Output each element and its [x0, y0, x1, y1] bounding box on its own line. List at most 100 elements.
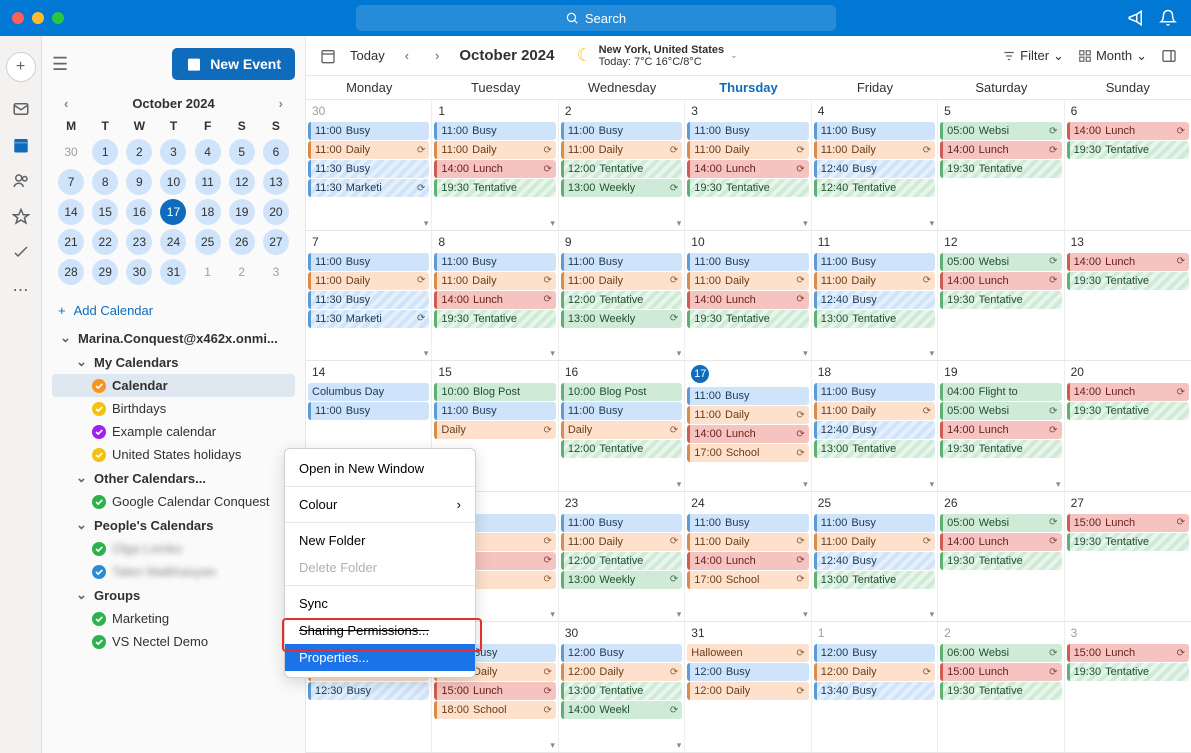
- day-cell[interactable]: 1011:00Busy11:00Daily⟳14:00Lunch⟳19:30Te…: [685, 231, 811, 361]
- close-window-button[interactable]: [12, 12, 24, 24]
- event[interactable]: 12:40Tentative: [814, 179, 935, 197]
- calendar-item[interactable]: Google Calendar Conquest: [52, 490, 295, 513]
- event[interactable]: 19:30Tentative: [1067, 402, 1189, 420]
- event[interactable]: 11:00Busy: [814, 514, 935, 532]
- event[interactable]: 19:30Tentative: [1067, 272, 1189, 290]
- event[interactable]: 11:00Daily⟳: [308, 272, 429, 290]
- more-events-icon[interactable]: ▾: [930, 609, 935, 620]
- event[interactable]: 19:30Tentative: [1067, 533, 1189, 551]
- calendar-item[interactable]: Calendar: [52, 374, 295, 397]
- event[interactable]: 11:00Busy: [308, 253, 429, 271]
- event[interactable]: 15:00Lunch⟳: [1067, 644, 1189, 662]
- event[interactable]: 13:00Weekly⟳: [561, 179, 682, 197]
- tasks-icon[interactable]: [12, 244, 30, 262]
- panel-icon[interactable]: [1161, 48, 1177, 64]
- event[interactable]: 11:00Daily⟳: [814, 533, 935, 551]
- event[interactable]: 13:00Tentative: [561, 682, 682, 700]
- mini-day[interactable]: 7: [58, 169, 84, 195]
- day-cell[interactable]: 3012:00Busy12:00Daily⟳13:00Tentative14:0…: [559, 622, 685, 752]
- event[interactable]: 14:00Weekl⟳: [561, 701, 682, 719]
- mini-day[interactable]: 3: [263, 259, 289, 285]
- event[interactable]: 11:00Daily⟳: [434, 141, 555, 159]
- event[interactable]: 13:00Weekly⟳: [561, 310, 682, 328]
- event[interactable]: 19:30Tentative: [434, 179, 555, 197]
- event[interactable]: 13:40Busy: [814, 682, 935, 700]
- event[interactable]: 14:00Lunch⟳: [687, 552, 808, 570]
- mini-day[interactable]: 2: [229, 259, 255, 285]
- event[interactable]: 12:00Daily⟳: [814, 663, 935, 681]
- event[interactable]: 11:30Marketi⟳: [308, 179, 429, 197]
- event[interactable]: 12:00Busy: [687, 663, 808, 681]
- filter-button[interactable]: Filter ⌄: [1002, 48, 1064, 64]
- event[interactable]: 19:30Tentative: [434, 310, 555, 328]
- event[interactable]: 14:00Lunch⟳: [434, 291, 555, 309]
- event[interactable]: 11:00Busy: [434, 122, 555, 140]
- mini-day[interactable]: 27: [263, 229, 289, 255]
- event[interactable]: 11:00Busy: [687, 514, 808, 532]
- star-icon[interactable]: [12, 208, 30, 226]
- event[interactable]: 15:00Lunch⟳: [434, 682, 555, 700]
- calendar-item[interactable]: United States holidays: [52, 443, 295, 466]
- maximize-window-button[interactable]: [52, 12, 64, 24]
- today-button[interactable]: Today: [350, 48, 385, 63]
- event[interactable]: 11:00Daily⟳: [814, 141, 935, 159]
- mini-day[interactable]: 15: [92, 199, 118, 225]
- day-cell[interactable]: 211:00Busy11:00Daily⟳12:00Tentative13:00…: [559, 100, 685, 230]
- mini-day[interactable]: 10: [160, 169, 186, 195]
- event[interactable]: 15:00Lunch⟳: [1067, 514, 1189, 532]
- calendar-item[interactable]: Olga Lomko: [52, 537, 295, 560]
- event[interactable]: 06:00Websi⟳: [940, 644, 1061, 662]
- menu-colour[interactable]: Colour ›: [285, 491, 475, 518]
- more-events-icon[interactable]: ▾: [550, 218, 555, 229]
- more-events-icon[interactable]: ▾: [677, 348, 682, 359]
- event[interactable]: 05:00Websi⟳: [940, 253, 1061, 271]
- mini-day[interactable]: 5: [229, 139, 255, 165]
- day-cell[interactable]: 31Halloween⟳12:00Busy12:00Daily⟳: [685, 622, 811, 752]
- other-calendars-item[interactable]: ⌄Other Calendars...: [52, 466, 295, 490]
- day-cell[interactable]: 1811:00Busy11:00Daily⟳12:40Busy13:00Tent…: [812, 361, 938, 491]
- event[interactable]: Halloween⟳: [687, 644, 808, 662]
- event[interactable]: 19:30Tentative: [940, 291, 1061, 309]
- peoples-calendars-item[interactable]: ⌄People's Calendars: [52, 513, 295, 537]
- calendar-item[interactable]: Talen Malkhasyan: [52, 560, 295, 583]
- mini-day[interactable]: 1: [195, 259, 221, 285]
- compose-button[interactable]: +: [6, 52, 36, 82]
- day-cell[interactable]: 911:00Busy11:00Daily⟳12:00Tentative13:00…: [559, 231, 685, 361]
- event[interactable]: 12:40Busy: [814, 552, 935, 570]
- people-icon[interactable]: [12, 172, 30, 190]
- more-events-icon[interactable]: ▾: [1056, 479, 1061, 490]
- mini-next-button[interactable]: ›: [279, 96, 283, 111]
- mini-day[interactable]: 11: [195, 169, 221, 195]
- mini-day[interactable]: 4: [195, 139, 221, 165]
- mini-day[interactable]: 25: [195, 229, 221, 255]
- prev-month-button[interactable]: ‹: [399, 46, 415, 65]
- mini-day[interactable]: 30: [126, 259, 152, 285]
- minimize-window-button[interactable]: [32, 12, 44, 24]
- event[interactable]: 11:00Daily⟳: [814, 402, 935, 420]
- calendar-item[interactable]: Example calendar: [52, 420, 295, 443]
- event[interactable]: 13:00Weekly⟳: [561, 571, 682, 589]
- view-button[interactable]: Month ⌄: [1078, 48, 1147, 64]
- mini-day[interactable]: 21: [58, 229, 84, 255]
- mini-day[interactable]: 30: [58, 139, 84, 165]
- event[interactable]: 14:00Lunch⟳: [687, 425, 808, 443]
- event[interactable]: 11:00Busy: [561, 253, 682, 271]
- mini-day[interactable]: 6: [263, 139, 289, 165]
- day-cell[interactable]: 1610:00Blog Post11:00BusyDaily⟳12:00Tent…: [559, 361, 685, 491]
- event[interactable]: 11:00Daily⟳: [814, 272, 935, 290]
- mini-day[interactable]: 3: [160, 139, 186, 165]
- event[interactable]: 14:00Lunch⟳: [940, 421, 1061, 439]
- mini-day[interactable]: 28: [58, 259, 84, 285]
- more-events-icon[interactable]: ▾: [677, 740, 682, 751]
- day-cell[interactable]: 2715:00Lunch⟳19:30Tentative: [1065, 492, 1191, 622]
- event[interactable]: 12:40Busy: [814, 291, 935, 309]
- event[interactable]: 17:00School⟳: [687, 444, 808, 462]
- event[interactable]: 12:00Busy: [814, 644, 935, 662]
- megaphone-icon[interactable]: [1127, 9, 1145, 27]
- day-cell[interactable]: 206:00Websi⟳15:00Lunch⟳19:30Tentative: [938, 622, 1064, 752]
- more-events-icon[interactable]: ▾: [803, 479, 808, 490]
- more-apps-icon[interactable]: ⋯: [13, 280, 29, 300]
- event[interactable]: 11:00Busy: [814, 253, 935, 271]
- day-cell[interactable]: 1904:00Flight to05:00Websi⟳14:00Lunch⟳19…: [938, 361, 1064, 491]
- event[interactable]: 19:30Tentative: [940, 682, 1061, 700]
